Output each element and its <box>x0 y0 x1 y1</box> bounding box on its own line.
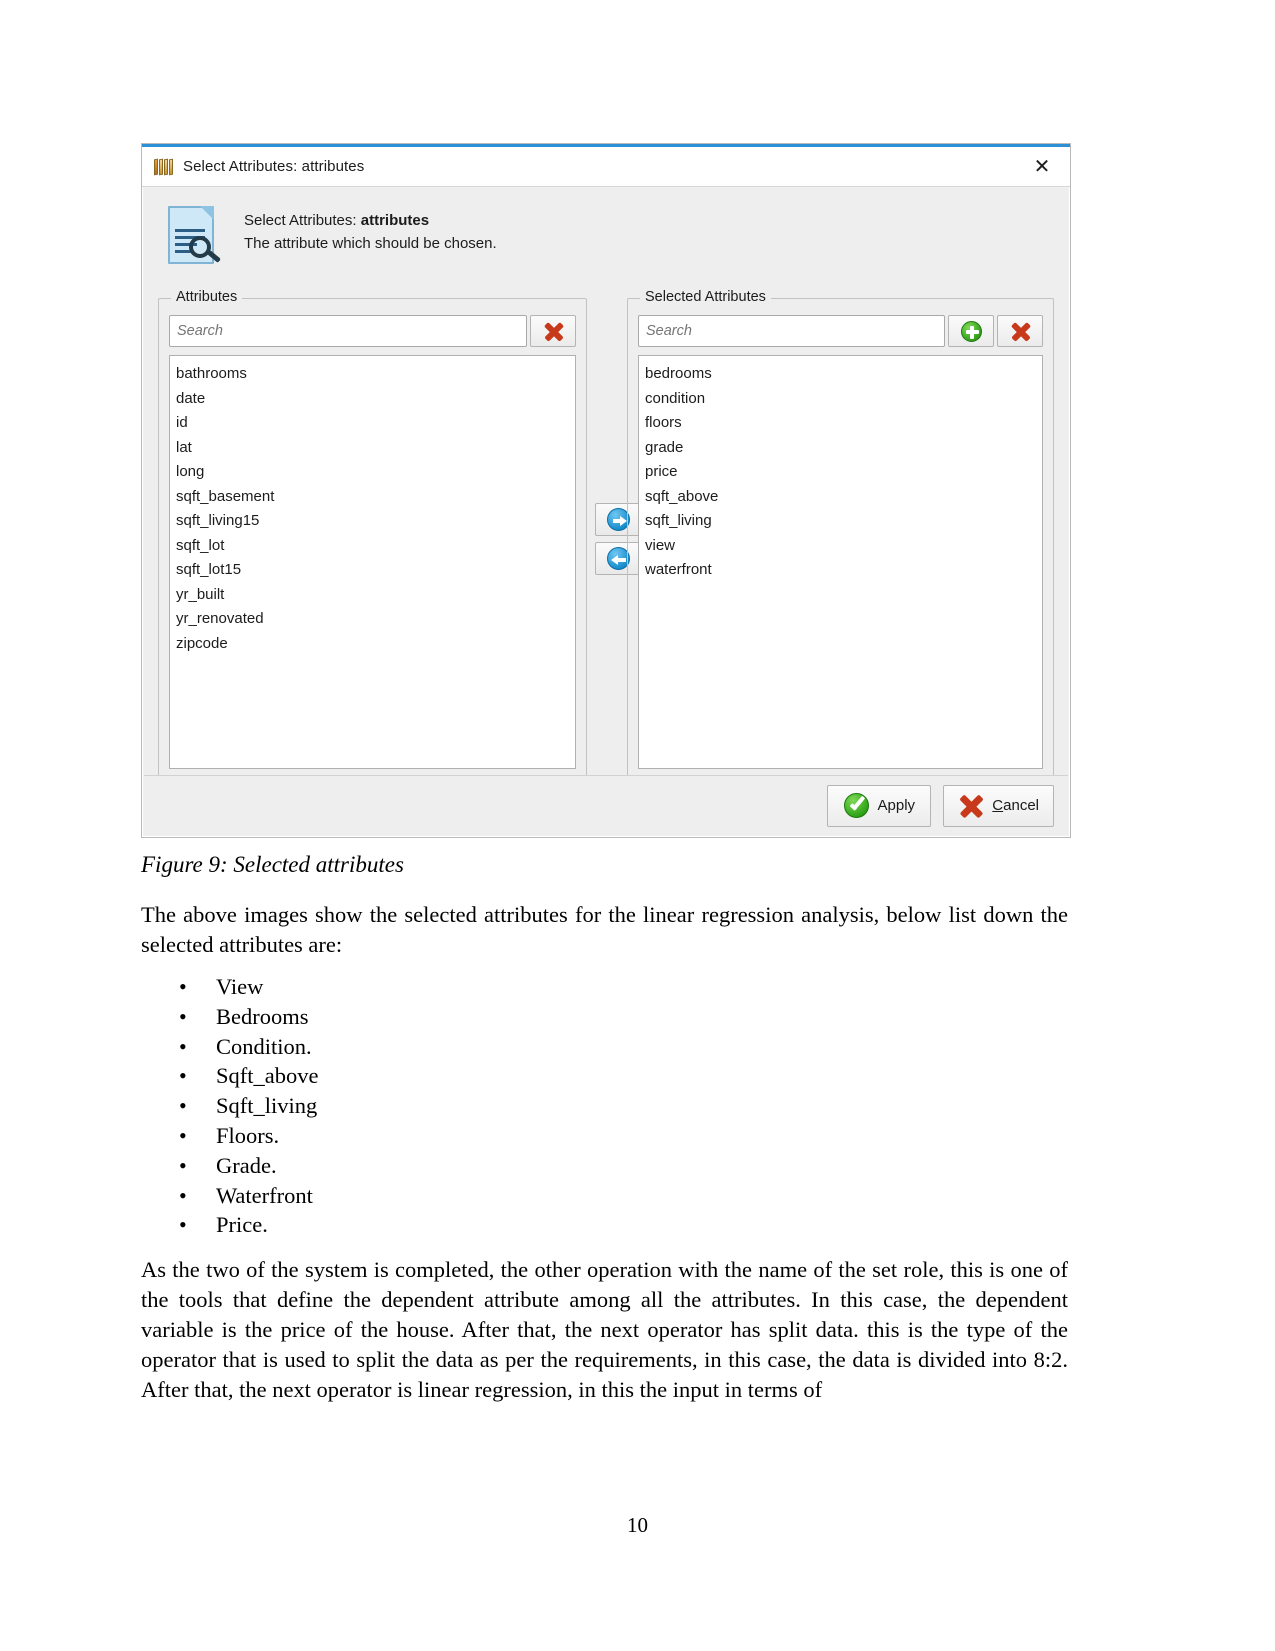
attributes-panel: Attributes bathrooms date id lat long s <box>158 289 587 782</box>
list-item[interactable]: id <box>170 411 575 436</box>
dialog-header: Select Attributes: attributes The attrib… <box>144 188 1068 280</box>
dialog-header-subtitle: The attribute which should be chosen. <box>244 235 497 252</box>
selected-clear-button[interactable] <box>997 315 1043 347</box>
list-item[interactable]: view <box>639 534 1042 559</box>
selected-attributes-bullet-list: View Bedrooms Condition. Sqft_above Sqft… <box>141 972 841 1240</box>
apply-button-label: Apply <box>877 797 916 814</box>
list-item[interactable]: lat <box>170 436 575 461</box>
list-item[interactable]: long <box>170 460 575 485</box>
list-item[interactable]: sqft_living <box>639 509 1042 534</box>
dialog-footer: Apply Cancel <box>144 775 1068 835</box>
clear-x-icon <box>543 321 563 341</box>
list-item: Condition. <box>141 1032 841 1062</box>
add-plus-icon <box>960 320 982 342</box>
clear-x-icon <box>1010 321 1030 341</box>
selected-attributes-panel: Selected Attributes bedrooms condition <box>627 289 1054 782</box>
close-icon[interactable]: ✕ <box>1020 152 1064 182</box>
list-item: Price. <box>141 1210 841 1240</box>
attributes-search-row <box>169 315 576 347</box>
list-item[interactable]: sqft_living15 <box>170 509 575 534</box>
list-item: Waterfront <box>141 1181 841 1211</box>
selected-add-button[interactable] <box>948 315 994 347</box>
list-item[interactable]: price <box>639 460 1042 485</box>
list-item[interactable]: bathrooms <box>170 362 575 387</box>
select-attributes-dialog: Select Attributes: attributes ✕ Select A… <box>141 143 1071 838</box>
paragraph-body: As the two of the system is completed, t… <box>141 1257 1068 1402</box>
apply-button[interactable]: Apply <box>827 784 932 827</box>
cancel-mnemonic: C <box>992 797 1004 814</box>
page-number: 10 <box>627 1513 648 1537</box>
list-item[interactable]: sqft_lot <box>170 534 575 559</box>
dialog-titlebar: Select Attributes: attributes ✕ <box>142 147 1070 187</box>
list-item[interactable]: condition <box>639 387 1042 412</box>
dialog-header-title-bold: attributes <box>360 212 430 229</box>
rapidminer-logo-icon <box>154 158 174 176</box>
list-item: Sqft_above <box>141 1061 841 1091</box>
list-item[interactable]: sqft_basement <box>170 485 575 510</box>
list-item[interactable]: waterfront <box>639 558 1042 583</box>
attributes-list[interactable]: bathrooms date id lat long sqft_basement… <box>169 355 576 769</box>
list-item[interactable]: yr_renovated <box>170 607 575 632</box>
list-item[interactable]: sqft_above <box>639 485 1042 510</box>
attribute-panels: Attributes bathrooms date id lat long s <box>158 288 1054 782</box>
cancel-x-icon <box>958 793 983 818</box>
selected-attributes-panel-legend: Selected Attributes <box>640 289 771 305</box>
cancel-button-label: Cancel <box>992 797 1039 814</box>
selected-search-row <box>638 315 1043 347</box>
list-item[interactable]: date <box>170 387 575 412</box>
list-item[interactable]: floors <box>639 411 1042 436</box>
list-item[interactable]: sqft_lot15 <box>170 558 575 583</box>
attributes-panel-legend: Attributes <box>171 289 243 305</box>
list-item: Sqft_living <box>141 1091 841 1121</box>
list-item[interactable]: bedrooms <box>639 362 1042 387</box>
dialog-header-title-prefix: Select Attributes: <box>244 212 361 229</box>
dialog-header-title: Select Attributes: attributes <box>244 212 497 229</box>
cancel-button[interactable]: Cancel <box>943 784 1054 827</box>
list-item: Bedrooms <box>141 1002 841 1032</box>
dialog-body: Select Attributes: attributes The attrib… <box>144 188 1068 835</box>
list-item: Grade. <box>141 1151 841 1181</box>
list-item[interactable]: yr_built <box>170 583 575 608</box>
list-item[interactable]: grade <box>639 436 1042 461</box>
list-item[interactable]: zipcode <box>170 632 575 657</box>
selected-attributes-search-input[interactable] <box>638 315 945 347</box>
paragraph-intro: The above images show the selected attri… <box>141 902 1068 957</box>
figure-caption: Figure 9: Selected attributes <box>141 852 404 877</box>
document-page: Select Attributes: attributes ✕ Select A… <box>0 0 1275 1651</box>
cancel-rest: ancel <box>1003 797 1039 814</box>
selected-attributes-list[interactable]: bedrooms condition floors grade price sq… <box>638 355 1043 769</box>
list-item: Floors. <box>141 1121 841 1151</box>
attributes-search-input[interactable] <box>169 315 527 347</box>
check-circle-icon <box>843 793 869 818</box>
select-attributes-icon <box>164 206 222 268</box>
dialog-title: Select Attributes: attributes <box>183 158 365 175</box>
list-item: View <box>141 972 841 1002</box>
attributes-clear-button[interactable] <box>530 315 576 347</box>
